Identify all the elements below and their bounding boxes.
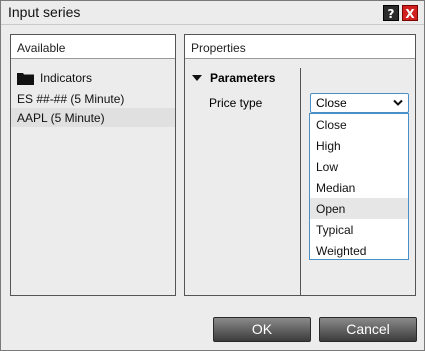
tree-item-label: Indicators (40, 71, 93, 85)
available-header: Available (11, 35, 175, 59)
available-panel: Available Indicators ES ##-## (5 Minute)… (10, 34, 176, 296)
property-grid-divider (300, 68, 301, 296)
tree-item-label: ES ##-## (5 Minute) (17, 92, 125, 106)
option-typical[interactable]: Typical (310, 219, 408, 240)
window-title: Input series (8, 4, 81, 20)
price-type-dropdown-list: Close High Low Median Open Typical Weigh… (309, 113, 409, 260)
title-bar: Input series ? X (1, 1, 424, 25)
tree-item-aapl[interactable]: AAPL (5 Minute) (11, 108, 175, 127)
price-type-label: Price type (209, 96, 263, 110)
properties-header: Properties (185, 35, 415, 59)
price-type-select[interactable]: Close (310, 93, 409, 113)
option-median[interactable]: Median (310, 177, 408, 198)
ok-button[interactable]: OK (213, 317, 311, 342)
help-button[interactable]: ? (383, 5, 399, 21)
collapse-arrow-icon[interactable] (192, 75, 202, 81)
tree-item-label: AAPL (5 Minute) (17, 111, 105, 125)
folder-icon (17, 73, 34, 85)
cancel-button[interactable]: Cancel (319, 317, 417, 342)
input-series-dialog: Input series ? X Available Indicators ES… (0, 0, 425, 351)
option-high[interactable]: High (310, 135, 408, 156)
tree-item-indicators[interactable]: Indicators (11, 68, 175, 87)
parameters-section-title[interactable]: Parameters (210, 71, 275, 85)
tree-item-es[interactable]: ES ##-## (5 Minute) (11, 89, 175, 108)
option-open[interactable]: Open (310, 198, 408, 219)
option-low[interactable]: Low (310, 156, 408, 177)
price-type-value: Close (316, 96, 347, 110)
option-weighted[interactable]: Weighted (310, 240, 408, 261)
close-button[interactable]: X (402, 5, 418, 21)
properties-panel: Properties Parameters Price type Close C… (184, 34, 416, 296)
option-close[interactable]: Close (310, 114, 408, 135)
chevron-down-icon (393, 99, 403, 106)
